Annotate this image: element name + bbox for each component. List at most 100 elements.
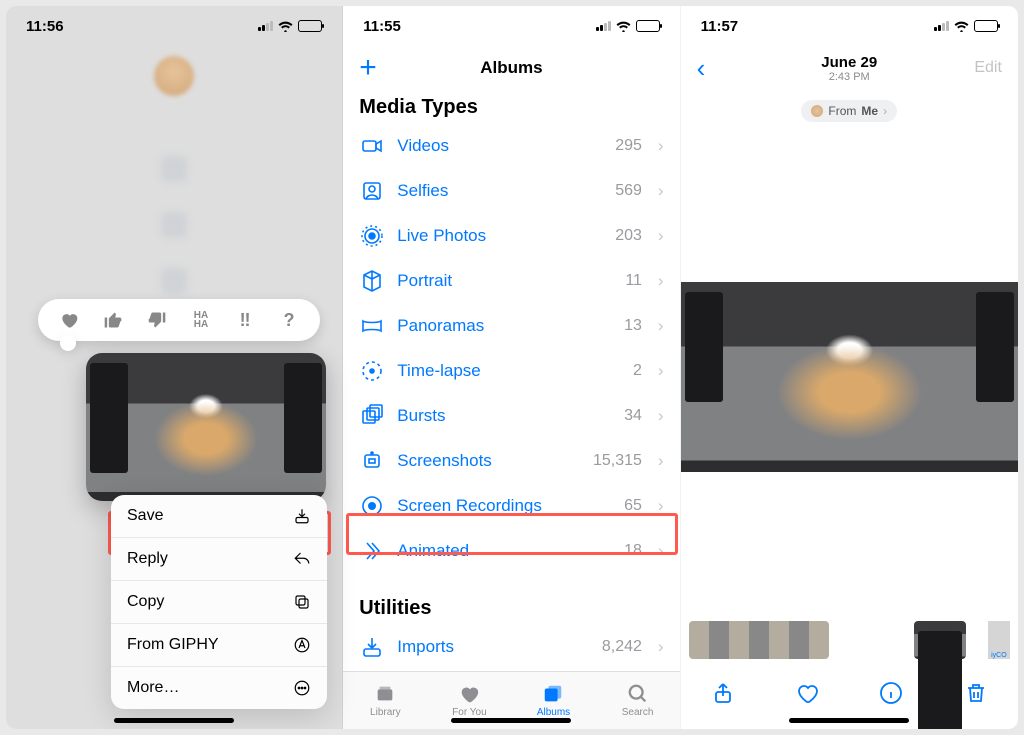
section-header-media-types: Media Types: [343, 90, 679, 123]
row-label: Panoramas: [397, 316, 612, 336]
albums-icon: [540, 683, 566, 705]
tapback-thumbs-up-icon[interactable]: [100, 309, 126, 331]
row-animated[interactable]: Animated 18 ›: [343, 528, 679, 573]
row-count: 295: [615, 137, 642, 155]
photo-view[interactable]: [681, 282, 1018, 472]
foryou-icon: [456, 683, 482, 705]
row-live-photos[interactable]: Live Photos 203 ›: [343, 213, 679, 258]
status-indicators: [258, 20, 322, 32]
home-indicator[interactable]: [789, 718, 909, 723]
share-button[interactable]: [709, 679, 737, 707]
favorite-button[interactable]: [793, 679, 821, 707]
screen-photos-albums: 11:55 + Albums Media Types Videos 295 ›: [343, 6, 680, 729]
row-portrait[interactable]: Portrait 11 ›: [343, 258, 679, 303]
chevron-right-icon: ›: [658, 271, 664, 291]
action-save[interactable]: Save: [111, 495, 327, 538]
tab-search[interactable]: Search: [596, 683, 680, 718]
row-videos[interactable]: Videos 295 ›: [343, 123, 679, 168]
home-indicator[interactable]: [451, 718, 571, 723]
message-image-preview[interactable]: [86, 353, 326, 501]
navbar: ‹ June 29 2:43 PM Edit: [681, 46, 1018, 90]
thumbnail-next[interactable]: iyCO: [988, 621, 1010, 659]
row-label: Screen Recordings: [397, 496, 612, 516]
row-count: 18: [624, 542, 642, 560]
tapback-thumbs-down-icon[interactable]: [144, 309, 170, 331]
timelapse-icon: [359, 358, 385, 384]
row-count: 203: [615, 227, 642, 245]
row-screen-recordings[interactable]: Screen Recordings 65 ›: [343, 483, 679, 528]
wifi-icon: [954, 20, 969, 32]
screenrec-icon: [359, 493, 385, 519]
screenshot-icon: [359, 448, 385, 474]
avatar-icon: [811, 105, 823, 117]
row-count: 15,315: [593, 452, 642, 470]
tapback-question-icon[interactable]: ?: [276, 309, 302, 331]
action-label: More…: [127, 679, 179, 697]
thumbnail-group[interactable]: [689, 621, 829, 659]
tab-library[interactable]: Library: [343, 683, 427, 718]
row-selfies[interactable]: Selfies 569 ›: [343, 168, 679, 213]
thumbnail-current[interactable]: [914, 621, 966, 659]
chevron-right-icon: ›: [658, 361, 664, 381]
row-panoramas[interactable]: Panoramas 13 ›: [343, 303, 679, 348]
from-name: Me: [861, 104, 878, 118]
cellular-icon: [934, 21, 949, 31]
battery-icon: [636, 20, 660, 32]
portrait-icon: [359, 268, 385, 294]
thumbnail-scrubber[interactable]: iyCO: [681, 619, 1018, 661]
chevron-right-icon: ›: [658, 406, 664, 426]
home-indicator[interactable]: [114, 718, 234, 723]
row-count: 8,242: [602, 638, 642, 656]
chevron-right-icon: ›: [658, 451, 664, 471]
from-label: From: [828, 104, 856, 118]
tab-foryou[interactable]: For You: [427, 683, 511, 718]
row-count: 11: [625, 272, 642, 290]
row-label: Time-lapse: [397, 361, 621, 381]
status-bar: 11:56: [6, 6, 342, 46]
tapback-bar[interactable]: HAHA ‼︎ ?: [38, 299, 320, 341]
row-screenshots[interactable]: Screenshots 15,315 ›: [343, 438, 679, 483]
row-count: 34: [624, 407, 642, 425]
row-label: Screenshots: [397, 451, 581, 471]
tapback-heart-icon[interactable]: [56, 309, 82, 331]
row-count: 13: [624, 317, 642, 335]
chevron-right-icon: ›: [883, 104, 887, 118]
selfie-icon: [359, 178, 385, 204]
wifi-icon: [278, 20, 293, 32]
row-bursts[interactable]: Bursts 34 ›: [343, 393, 679, 438]
action-from-giphy[interactable]: From GIPHY: [111, 624, 327, 667]
chevron-right-icon: ›: [658, 316, 664, 336]
library-icon: [372, 683, 398, 705]
tab-label: Search: [622, 707, 654, 718]
photo-time: 2:43 PM: [681, 71, 1018, 83]
row-imports[interactable]: Imports 8,242 ›: [343, 624, 679, 669]
row-label: Selfies: [397, 181, 603, 201]
more-icon: [293, 679, 311, 697]
tab-label: Albums: [537, 707, 570, 718]
photo-toolbar: [681, 669, 1018, 717]
action-label: From GIPHY: [127, 636, 219, 654]
row-timelapse[interactable]: Time-lapse 2 ›: [343, 348, 679, 393]
reply-icon: [293, 550, 311, 568]
from-tag[interactable]: From Me ›: [801, 100, 897, 122]
video-icon: [359, 133, 385, 159]
tapback-haha-icon[interactable]: HAHA: [188, 309, 214, 331]
download-icon: [293, 507, 311, 525]
battery-icon: [974, 20, 998, 32]
animated-icon: [359, 538, 385, 564]
action-label: Save: [127, 507, 163, 525]
action-copy[interactable]: Copy: [111, 581, 327, 624]
action-reply[interactable]: Reply: [111, 538, 327, 581]
tab-label: For You: [452, 707, 486, 718]
photo-date: June 29: [681, 54, 1018, 71]
tapback-exclaim-icon[interactable]: ‼︎: [232, 309, 258, 331]
tab-albums[interactable]: Albums: [511, 683, 595, 718]
trash-button[interactable]: [962, 679, 990, 707]
row-count: 569: [615, 182, 642, 200]
cellular-icon: [258, 21, 273, 31]
row-label: Portrait: [397, 271, 613, 291]
action-more[interactable]: More…: [111, 667, 327, 709]
info-button[interactable]: [877, 679, 905, 707]
panorama-icon: [359, 313, 385, 339]
search-icon: [625, 683, 651, 705]
